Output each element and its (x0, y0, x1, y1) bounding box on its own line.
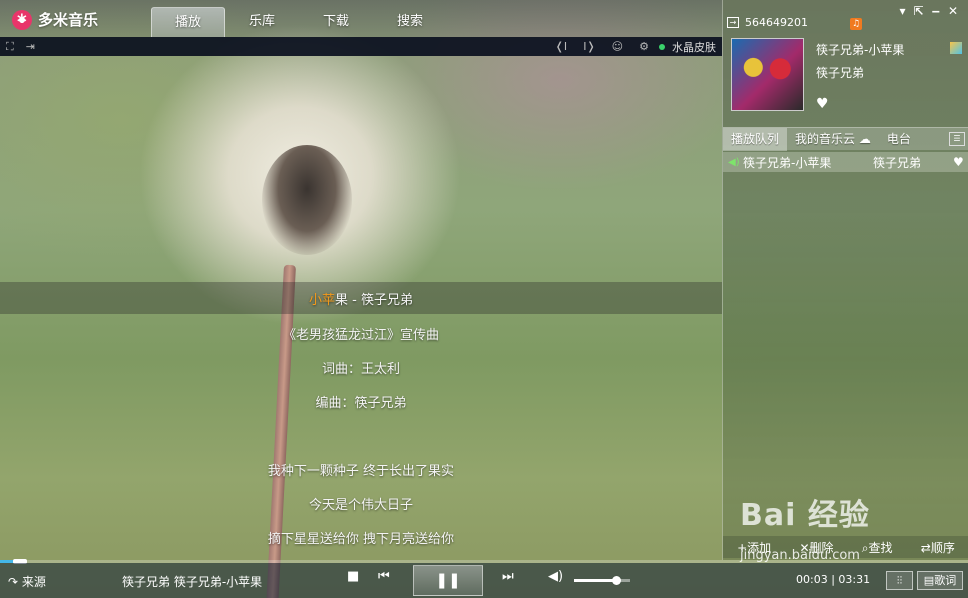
lyric-line: 编曲：筷子兄弟 (315, 396, 407, 411)
user-row: → 564649201 (727, 16, 808, 29)
lyrics-area: 小苹果 - 筷子兄弟 《老男孩猛龙过江》宣传曲 词曲：王太利 编曲：筷子兄弟 我… (0, 56, 722, 560)
gear-icon[interactable]: ⚙ (633, 40, 655, 53)
lyrics-button-label: 歌词 (934, 574, 957, 587)
previous-icon[interactable]: ⏮ (378, 569, 390, 584)
equalizer-icon: ⫶⫶ (896, 574, 903, 587)
cloud-icon: ☁ (858, 131, 871, 146)
skin-color-icon[interactable] (950, 42, 962, 54)
lyric-line: 我种下一颗种子 终于长出了果实 (267, 464, 455, 479)
minimize-icon[interactable]: ‒ (932, 4, 940, 18)
queue-track-title: 筷子兄弟-小苹果 (743, 155, 832, 170)
source-button[interactable]: ↷ 来源 (8, 573, 46, 590)
player-controls: ↷ 来源 筷子兄弟 筷子兄弟-小苹果 ■ ⏮ ❚❚ ⏭ ◀) 00:03 | 0… (0, 563, 968, 598)
chat-icon[interactable]: ☺ (606, 40, 629, 53)
time-display: 00:03 | 03:31 (796, 573, 871, 586)
user-id[interactable]: 564649201 (745, 16, 808, 29)
tab-download[interactable]: 下载 (299, 7, 373, 37)
top-bar: ✲ 多米音乐 播放 乐库 下载 搜索 (0, 0, 722, 37)
main-tabs: 播放 乐库 下载 搜索 (151, 7, 447, 37)
app-logo[interactable]: ✲ 多米音乐 (12, 9, 98, 30)
queue-row[interactable]: ◀) 筷子兄弟-小苹果 筷子兄弟 ♥ (723, 152, 968, 172)
source-label: 来源 (21, 575, 46, 589)
current-lyric-line: 小苹果 - 筷子兄弟 (0, 289, 722, 308)
tab-music-cloud-label: 我的音乐云 (795, 131, 856, 146)
volume-icon[interactable]: ◀) (548, 569, 563, 584)
album-cover[interactable] (731, 38, 804, 111)
order-icon: ⇄ (920, 540, 931, 555)
baidu-watermark: Bai 经验 jingyan.baidu.com (740, 490, 870, 563)
total-time: 03:31 (838, 573, 871, 586)
lyric-line: 摘下星星送给你 拽下月亮送给你 (267, 532, 455, 547)
equalizer-button[interactable]: ⫶⫶ (886, 571, 913, 590)
elapsed-time: 00:03 (796, 573, 828, 586)
find-label: 查找 (868, 540, 893, 555)
favorite-heart-icon[interactable]: ♥ (816, 96, 829, 112)
pin-icon[interactable]: ⇥ (20, 40, 41, 53)
lyric-unsung-part: 果 - 筷子兄弟 (335, 293, 413, 308)
duomi-logo-icon: ✲ (12, 9, 32, 30)
order-label: 顺序 (930, 540, 955, 555)
skin-status-icon (659, 43, 665, 50)
source-icon: ↷ (8, 575, 19, 589)
close-icon[interactable]: ✕ (948, 4, 958, 18)
volume-slider[interactable] (574, 576, 630, 585)
lyric-line: 今天是个伟大日子 (308, 498, 413, 513)
volume-fill (574, 579, 616, 582)
tab-search[interactable]: 搜索 (373, 7, 447, 37)
now-playing-artist[interactable]: 筷子兄弟 (816, 64, 864, 81)
order-button[interactable]: ⇄顺序 (921, 539, 955, 556)
fullscreen-icon[interactable]: ⛶ (0, 40, 20, 54)
app-name: 多米音乐 (38, 11, 99, 29)
menu-dropdown-icon[interactable]: ▾ (899, 4, 905, 18)
right-panel: ▾ ⇱ ‒ ✕ → 564649201 ♫ 筷子兄弟-小苹果 筷子兄弟 ♥ 播放… (722, 0, 968, 560)
now-playing-title: 筷子兄弟-小苹果 (816, 43, 905, 57)
login-icon[interactable]: → (727, 17, 739, 28)
panel-tabs: 播放队列 我的音乐云 ☁ 电台 ☰ (723, 127, 968, 151)
find-button[interactable]: ⌕查找 (862, 539, 893, 556)
window-controls: ▾ ⇱ ‒ ✕ (899, 4, 958, 18)
list-view-icon[interactable]: ☰ (949, 132, 965, 146)
lyric-sung-part: 小苹 (309, 293, 336, 308)
skin-label[interactable]: 水晶皮肤 (672, 39, 716, 55)
lyric-line: 词曲：王太利 (321, 362, 400, 377)
pause-button[interactable]: ❚❚ (413, 565, 483, 596)
lyrics-icon: ▤ (923, 574, 935, 587)
lyric-line: 《老男孩猛龙过江》宣传曲 (282, 328, 439, 343)
tab-library[interactable]: 乐库 (225, 7, 299, 37)
tab-play-queue[interactable]: 播放队列 (723, 127, 788, 151)
tab-radio[interactable]: 电台 (879, 128, 919, 151)
lyrics-button[interactable]: ▤歌词 (917, 571, 963, 590)
speaker-icon: ◀) (728, 156, 740, 168)
volume-handle[interactable] (612, 576, 621, 585)
queue-heart-icon[interactable]: ♥ (953, 155, 964, 169)
mini-mode-icon[interactable]: ⇱ (914, 4, 924, 18)
track-info: 筷子兄弟 筷子兄弟-小苹果 (122, 575, 263, 589)
queue-track-artist: 筷子兄弟 (873, 155, 922, 170)
tab-music-cloud[interactable]: 我的音乐云 ☁ (787, 128, 879, 151)
sound-effect-icon[interactable]: ♫ (850, 18, 862, 30)
watermark-logo: Bai 经验 (740, 498, 870, 533)
tab-play[interactable]: 播放 (151, 7, 225, 37)
lyrics-toolbar: ⛶ ⇥ ❬I I❭ ☺ ⚙ 水晶皮肤 (0, 37, 722, 56)
pause-icon: ❚❚ (435, 571, 461, 589)
lyric-back-icon[interactable]: ❬I (549, 40, 573, 53)
next-icon[interactable]: ⏭ (502, 569, 514, 584)
lyric-forward-icon[interactable]: I❭ (577, 40, 601, 53)
stop-icon[interactable]: ■ (347, 569, 359, 584)
